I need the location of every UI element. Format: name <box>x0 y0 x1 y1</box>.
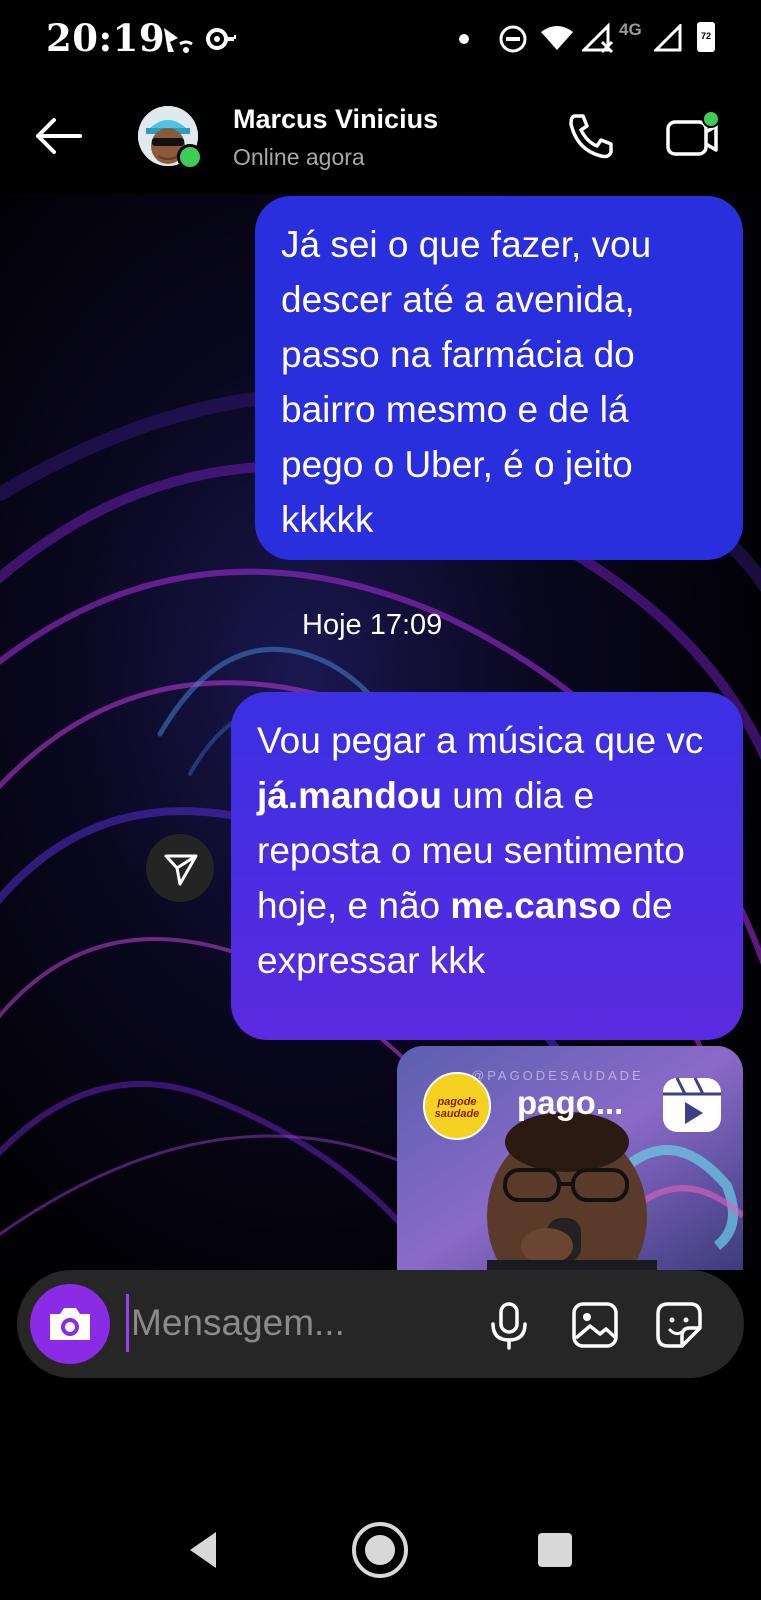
contact-status: Online agora <box>233 144 365 170</box>
camera-button[interactable] <box>30 1284 110 1364</box>
network-type-label: 4G <box>619 20 642 39</box>
nav-recents-icon[interactable] <box>538 1533 572 1567</box>
reel-logo-text: pagode saudade <box>434 1096 480 1120</box>
message-text: Vou pegar a música que vc <box>257 720 704 761</box>
camera-icon <box>50 1308 90 1340</box>
status-time: 20:19 <box>46 16 166 60</box>
video-call-icon[interactable] <box>664 110 722 162</box>
message-bubble-sent[interactable]: Já sei o que fazer, vou descer até a ave… <box>255 196 743 560</box>
send-icon <box>164 854 198 886</box>
media-cast-icon <box>164 28 193 53</box>
chat-area[interactable]: Já sei o que fazer, vou descer até a ave… <box>0 194 761 1270</box>
online-indicator <box>177 144 203 170</box>
message-composer <box>17 1270 744 1378</box>
sticker-icon[interactable] <box>654 1300 704 1350</box>
reel-handle: @PAGODESAUDADE <box>471 1068 644 1083</box>
wifi-icon <box>541 26 573 50</box>
nav-home-icon[interactable] <box>350 1520 410 1580</box>
do-not-disturb-icon <box>499 25 527 53</box>
battery-icon: 72 <box>697 22 715 52</box>
chat-header: Marcus Vinicius Online agora <box>0 82 761 194</box>
status-bar: 20:19 4G 72 <box>0 0 761 82</box>
phone-icon[interactable] <box>565 110 617 162</box>
vpn-key-icon <box>206 28 236 50</box>
shared-reel-preview[interactable]: @PAGODESAUDADE pagode saudade pago... <box>397 1046 743 1270</box>
share-button[interactable] <box>146 834 214 902</box>
microphone-icon[interactable] <box>485 1300 533 1350</box>
message-input[interactable] <box>127 1290 461 1356</box>
message-text: Já sei o que fazer, vou descer até a ave… <box>281 224 652 540</box>
back-arrow-icon[interactable] <box>32 110 84 162</box>
reels-icon <box>663 1077 721 1132</box>
system-nav-bar <box>0 1500 761 1600</box>
signal-no-data-icon <box>582 22 614 54</box>
message-bubble-sent[interactable]: Vou pegar a música que vc já.mandou um d… <box>231 692 743 1040</box>
battery-level: 72 <box>700 31 711 41</box>
message-text-bold: me.canso <box>450 885 622 926</box>
nav-back-icon[interactable] <box>186 1530 220 1570</box>
reel-account-logo: pagode saudade <box>423 1072 491 1140</box>
message-timestamp: Hoje 17:09 <box>302 609 443 641</box>
reel-title: pago... <box>517 1084 624 1121</box>
contact-name[interactable]: Marcus Vinicius <box>233 104 438 135</box>
message-text-bold: já.mandou <box>257 775 443 816</box>
gallery-icon[interactable] <box>570 1300 620 1350</box>
signal-icon <box>654 24 682 52</box>
notification-dot-icon <box>459 34 469 44</box>
